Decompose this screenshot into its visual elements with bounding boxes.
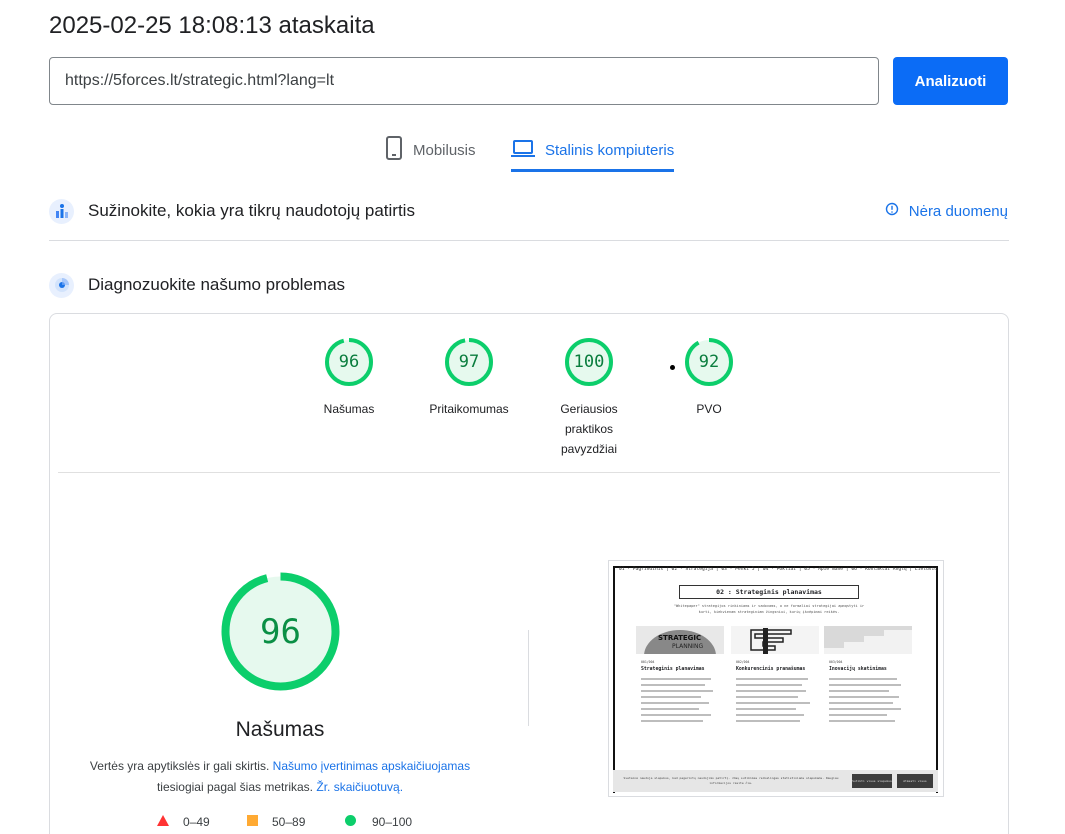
smartphone-icon [385, 136, 403, 164]
screenshot-nav: 01 · Pagrindinis | 02 · Strategija | 03 … [619, 567, 938, 572]
score-value: 92 [698, 352, 720, 372]
card-image: STRATEGIC PLANNING [636, 626, 724, 654]
svg-text:STRATEGIC: STRATEGIC [658, 634, 701, 642]
score-value: 100 [573, 352, 605, 372]
legend-range: 50–89 [272, 815, 306, 829]
section-divider [49, 240, 1009, 241]
screenshot-card: 003/004 Inovacijų skatinimas [824, 626, 912, 766]
desc-text: Vertės yra apytikslės ir gali skirtis. [89, 759, 270, 773]
cookie-text: Svetainė naudoja slapukus, kad pagerintų… [623, 776, 839, 785]
card-text [829, 678, 907, 722]
score-calculation-link[interactable]: Našumo įvertinimas apskaičiuojamas [273, 759, 470, 773]
card-image [824, 626, 912, 654]
tab-desktop[interactable]: Stalinis kompiuteris [511, 128, 675, 172]
score-gauge-performance[interactable]: 96 Našumas [299, 337, 399, 419]
vertical-separator [528, 630, 529, 726]
calculator-link[interactable]: Žr. skaičiuotuvą. [316, 780, 403, 794]
crux-title: Sužinokite, kokia yra tikrų naudotojų pa… [88, 201, 415, 220]
no-data-label: Nėra duomenų [908, 202, 1008, 220]
score-label: Našumas [323, 402, 375, 416]
card-title: Konkurencinis pranašumas [736, 667, 806, 672]
cookie-reject-button: Atmesti visus [897, 774, 933, 788]
performance-title: Našumas [235, 718, 325, 741]
tab-label: Stalinis kompiuteris [545, 141, 675, 159]
legend-range: 90–100 [372, 815, 413, 829]
diagnose-section-header: Diagnozuokite našumo problemas [49, 270, 1008, 300]
legend-range: 0–49 [183, 815, 210, 829]
score-gauge-best-practices[interactable]: 100 Geriausios praktikos pavyzdžiai [539, 337, 639, 459]
card-image [731, 626, 819, 654]
desc-text: tiesiogiai pagal šias metrikas. [156, 780, 314, 794]
legend-pass: 90–100 [345, 815, 412, 829]
score-ring: 92 [684, 337, 734, 387]
analyze-button[interactable]: Analizuoti [893, 57, 1008, 105]
url-input[interactable] [49, 57, 879, 105]
info-icon [885, 202, 899, 220]
screenshot-cookie-banner: Svetainė naudoja slapukus, kad pagerintų… [613, 770, 938, 792]
score-label: PVO [696, 402, 722, 416]
card-number: 001/004 [641, 660, 655, 664]
page-screenshot-thumbnail[interactable]: 01 · Pagrindinis | 02 · Strategija | 03 … [608, 560, 944, 797]
no-data-link[interactable]: Nėra duomenų [885, 202, 1008, 220]
score-gauge-accessibility[interactable]: 97 Pritaikomumas [419, 337, 519, 419]
score-ring: 97 [444, 337, 494, 387]
square-icon [247, 815, 258, 829]
card-number: 002/004 [736, 660, 750, 664]
tab-label: Mobilusis [413, 141, 476, 159]
score-ring: 100 [564, 337, 614, 387]
circle-icon [345, 815, 356, 829]
laptop-icon [511, 138, 535, 162]
tab-mobile[interactable]: Mobilusis [385, 128, 476, 172]
cookie-accept-button: Sutikti visus slapukus [852, 774, 892, 788]
performance-gauge: 96 [220, 571, 341, 692]
score-gauge-pwa[interactable]: 92 PVO [659, 337, 759, 419]
svg-text:PLANNING: PLANNING [672, 643, 703, 650]
card-title: Strateginis planavimas [641, 667, 705, 672]
score-label: Pritaikomumas [429, 402, 509, 416]
score-ring: 96 [324, 337, 374, 387]
crux-section-header: Sužinokite, kokia yra tikrų naudotojų pa… [49, 196, 1008, 226]
card-text [641, 678, 719, 722]
panel-divider [58, 472, 1000, 473]
card-text [736, 678, 814, 722]
legend-fail: 0–49 [157, 815, 210, 829]
score-value: 96 [338, 352, 360, 372]
score-label: Geriausios praktikos pavyzdžiai [560, 402, 618, 456]
crux-icon [49, 198, 74, 224]
performance-score: 96 [260, 611, 301, 652]
screenshot-heading: 02 : Strateginis planavimas [679, 585, 859, 599]
score-value: 97 [458, 352, 480, 372]
report-title: 2025-02-25 18:08:13 ataskaita [49, 12, 375, 39]
performance-description: Vertės yra apytikslės ir gali skirtis. N… [80, 756, 480, 798]
diagnose-title: Diagnozuokite našumo problemas [88, 275, 346, 294]
screenshot-subtitle: "Whitepaper" strategijos rinkiniams ir v… [673, 604, 865, 614]
card-number: 003/004 [829, 660, 843, 664]
screenshot-card: STRATEGIC PLANNING 001/004 Strateginis pl… [636, 626, 724, 766]
screenshot-card: 002/004 Konkurencinis pranašumas [731, 626, 819, 766]
lighthouse-icon [49, 272, 74, 298]
triangle-icon [157, 815, 169, 829]
card-title: Inovacijų skatinimas [829, 667, 887, 672]
legend-average: 50–89 [247, 815, 305, 829]
